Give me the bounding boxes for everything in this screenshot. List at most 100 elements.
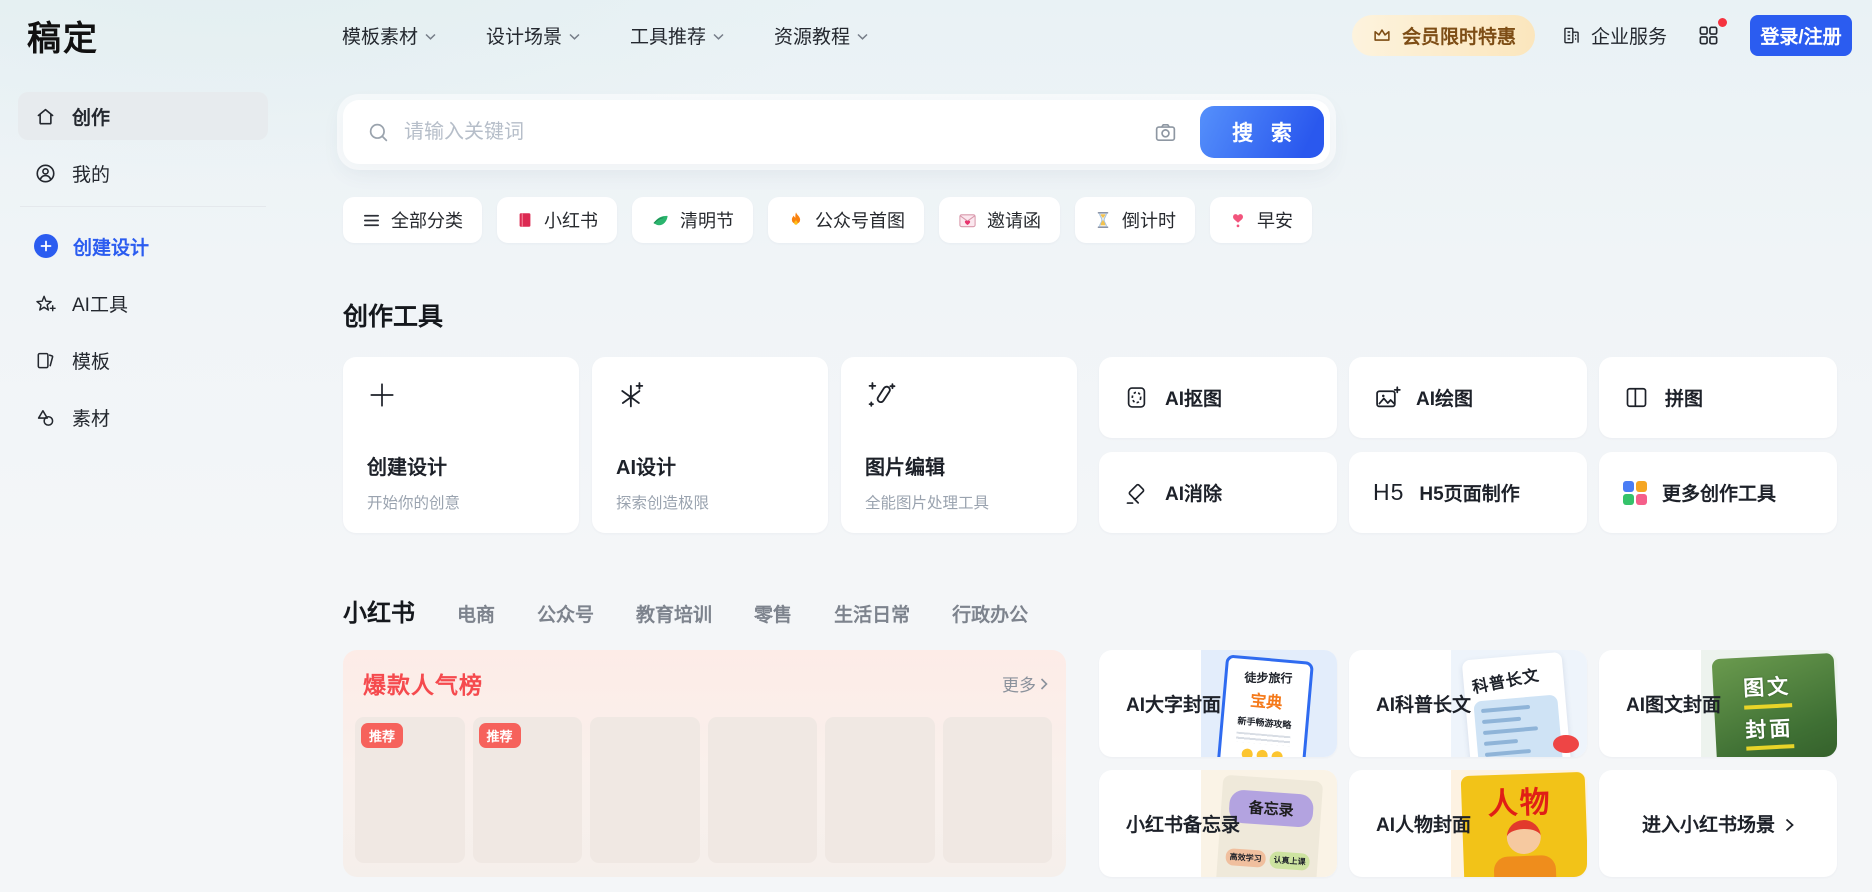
sidebar-item-ai-tools[interactable]: AI工具 (18, 279, 268, 327)
person-cover-thumb: 人物 (1451, 770, 1587, 877)
enterprise-services[interactable]: 企业服务 (1561, 22, 1667, 49)
plus-icon (367, 379, 397, 411)
tab-xiaohongshu[interactable]: 小红书 (343, 593, 415, 628)
card-create-design[interactable]: 创建设计 开始你的创意 (343, 357, 579, 533)
recommend-badge: 推荐 (361, 723, 403, 748)
card-enter-xhs-scene[interactable]: 进入小红书场景 (1599, 770, 1837, 877)
collage-icon (1623, 384, 1650, 411)
chevron-down-icon (569, 33, 580, 40)
search-input[interactable] (404, 121, 1153, 144)
tab-ecommerce[interactable]: 电商 (457, 600, 495, 627)
hot-template-thumb[interactable] (943, 717, 1053, 863)
notification-dot (1718, 18, 1727, 27)
search-icon (367, 121, 390, 144)
more-tools-icon (1623, 481, 1647, 505)
tab-education[interactable]: 教育培训 (636, 600, 712, 627)
header: 稿定 模板素材 设计场景 工具推荐 资源教程 会员限时特惠 企业服务 (0, 0, 1872, 70)
plus-circle-icon (34, 234, 58, 258)
nav-item-tools[interactable]: 工具推荐 (630, 22, 724, 49)
category-chips: 全部分类 小红书 清明节 公众号首图 邀请函 倒计时 (343, 197, 1838, 243)
templates-icon (34, 349, 57, 372)
search-bar: 搜 索 (343, 100, 1330, 164)
main-content: 搜 索 全部分类 小红书 清明节 公众号首图 邀请函 (285, 70, 1872, 892)
ai-image-icon (1373, 384, 1401, 412)
hot-template-thumb[interactable]: 推荐 (473, 717, 583, 863)
tab-admin-office[interactable]: 行政办公 (952, 600, 1028, 627)
leaf-icon (651, 211, 670, 230)
hot-template-thumb[interactable] (708, 717, 818, 863)
card-ai-person-cover[interactable]: AI人物封面 人物 (1349, 770, 1587, 877)
assets-icon (34, 406, 57, 429)
card-xhs-memo[interactable]: 小红书备忘录 备忘录 高效学习 认真上课 (1099, 770, 1337, 877)
hourglass-icon (1094, 211, 1112, 229)
ai-asterisk-icon (616, 379, 648, 411)
member-promo-badge[interactable]: 会员限时特惠 (1352, 15, 1535, 56)
chip-xiaohongshu[interactable]: 小红书 (497, 197, 617, 243)
header-right: 会员限时特惠 企业服务 登录/注册 (1352, 15, 1852, 56)
login-button[interactable]: 登录/注册 (1750, 15, 1852, 56)
more-link[interactable]: 更多 (1002, 671, 1048, 696)
hot-ranking-card[interactable]: 爆款人气榜 更多 推荐 推荐 (343, 650, 1066, 877)
card-h5-maker[interactable]: H5 H5页面制作 (1349, 452, 1587, 533)
xhs-cards-grid: AI大字封面 徒步旅行 宝典 新手畅游攻略 AI科普长文 (1099, 650, 1838, 877)
apps-grid-button[interactable] (1693, 20, 1724, 51)
chip-invitation[interactable]: 邀请函 (939, 197, 1060, 243)
camera-search-icon[interactable] (1153, 120, 1178, 145)
chevron-right-icon (1040, 678, 1048, 690)
hot-template-thumb[interactable]: 推荐 (355, 717, 465, 863)
chevron-down-icon (425, 33, 436, 40)
nav-item-resources[interactable]: 资源教程 (774, 22, 868, 49)
sidebar-divider (20, 206, 266, 207)
apps-grid-icon (1697, 24, 1720, 47)
top-nav: 模板素材 设计场景 工具推荐 资源教程 (342, 22, 868, 49)
sidebar-item-assets[interactable]: 素材 (18, 393, 268, 441)
chip-countdown[interactable]: 倒计时 (1075, 197, 1195, 243)
chevron-down-icon (857, 33, 868, 40)
card-ai-design[interactable]: AI设计 探索创造极限 (592, 357, 828, 533)
hot-thumbs: 推荐 推荐 (355, 717, 1052, 863)
bigword-thumb: 徒步旅行 宝典 新手畅游攻略 (1201, 650, 1337, 757)
brand-logo[interactable]: 稿定 (27, 11, 99, 60)
card-collage[interactable]: 拼图 (1599, 357, 1837, 438)
card-more-tools[interactable]: 更多创作工具 (1599, 452, 1837, 533)
love-letter-icon (958, 211, 977, 230)
tools-row: 创建设计 开始你的创意 AI设计 探索创造极限 图片编辑 全能图片处理工具 (343, 357, 1838, 533)
sidebar-item-create-home[interactable]: 创作 (18, 92, 268, 140)
hot-template-thumb[interactable] (590, 717, 700, 863)
nav-item-scenes[interactable]: 设计场景 (486, 22, 580, 49)
card-ai-erase[interactable]: AI消除 (1099, 452, 1337, 533)
card-ai-photo-cover[interactable]: AI图文封面 图文 封面 (1599, 650, 1837, 757)
hot-template-thumb[interactable] (825, 717, 935, 863)
chip-qingming[interactable]: 清明节 (632, 197, 753, 243)
nav-item-templates[interactable]: 模板素材 (342, 22, 436, 49)
hot-ranking-title: 爆款人气榜 (363, 666, 483, 700)
magic-wand-icon (865, 379, 897, 411)
xhs-content-row: 爆款人气榜 更多 推荐 推荐 AI大字封面 (343, 650, 1838, 877)
tools-section-title: 创作工具 (343, 297, 1838, 333)
xhs-section-header: 小红书 电商 公众号 教育培训 零售 生活日常 行政办公 (343, 593, 1838, 628)
recommend-badge: 推荐 (479, 723, 521, 748)
card-image-editor[interactable]: 图片编辑 全能图片处理工具 (841, 357, 1077, 533)
chip-official-cover[interactable]: 公众号首图 (768, 197, 924, 243)
tab-official-account[interactable]: 公众号 (537, 600, 594, 627)
cutout-icon (1123, 384, 1150, 411)
photo-cover-thumb: 图文 封面 (1701, 650, 1837, 757)
menu-icon (362, 211, 381, 230)
crown-icon (1371, 24, 1393, 46)
card-ai-cutout[interactable]: AI抠图 (1099, 357, 1337, 438)
user-icon (34, 162, 57, 185)
card-ai-longread[interactable]: AI科普长文 科普长文 (1349, 650, 1587, 757)
building-icon (1561, 25, 1582, 46)
sidebar-item-create-design[interactable]: 创建设计 (18, 222, 268, 270)
search-button[interactable]: 搜 索 (1200, 106, 1324, 158)
card-ai-draw[interactable]: AI绘图 (1349, 357, 1587, 438)
tab-retail[interactable]: 零售 (754, 600, 792, 627)
ai-star-icon (34, 292, 57, 315)
card-ai-bigword-cover[interactable]: AI大字封面 徒步旅行 宝典 新手畅游攻略 (1099, 650, 1337, 757)
tab-daily-life[interactable]: 生活日常 (834, 600, 910, 627)
chip-morning[interactable]: 早安 (1210, 197, 1312, 243)
sidebar-item-mine[interactable]: 我的 (18, 149, 268, 197)
sidebar-item-templates[interactable]: 模板 (18, 336, 268, 384)
sidebar: 创作 我的 创建设计 AI工具 模板 素材 (0, 70, 285, 892)
chip-all-categories[interactable]: 全部分类 (343, 197, 482, 243)
